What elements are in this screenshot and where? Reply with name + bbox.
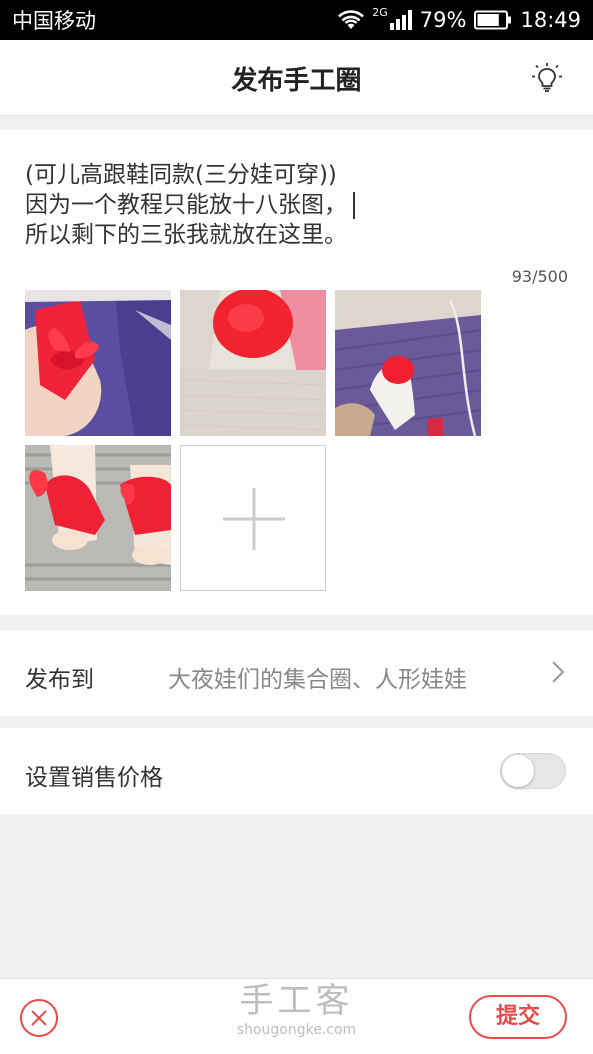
text-cursor bbox=[353, 192, 355, 219]
publish-to-label: 发布到 bbox=[25, 667, 94, 693]
post-text-line: (可儿高跟鞋同款(三分娃可穿)) bbox=[25, 162, 337, 188]
battery-percent: 79% bbox=[419, 8, 467, 32]
price-toggle[interactable] bbox=[500, 753, 566, 789]
publish-to-value: 大夜娃们的集合圈、人形娃娃 bbox=[168, 667, 467, 693]
add-photo-button[interactable] bbox=[180, 445, 326, 591]
post-text-input[interactable]: (可儿高跟鞋同款(三分娃可穿)) 因为一个教程只能放十八张图， 所以剩下的三张我… bbox=[25, 160, 565, 250]
publish-to-row[interactable]: 发布到 大夜娃们的集合圈、人形娃娃 bbox=[0, 630, 593, 716]
status-indicators: 2G 79% 18:49 bbox=[338, 5, 581, 32]
clock: 18:49 bbox=[520, 8, 581, 32]
price-label: 设置销售价格 bbox=[25, 765, 163, 791]
page-title: 发布手工圈 bbox=[231, 66, 362, 96]
photo-thumbnail[interactable] bbox=[335, 290, 481, 436]
network-type-label: 2G bbox=[372, 5, 388, 19]
signal-icon bbox=[389, 10, 412, 30]
price-row: 设置销售价格 bbox=[0, 728, 593, 814]
photo-thumbnail[interactable] bbox=[25, 445, 171, 591]
wifi-icon bbox=[338, 10, 365, 30]
battery-icon bbox=[474, 10, 512, 30]
photo-thumbnail[interactable] bbox=[180, 290, 326, 436]
photo-thumbnail[interactable] bbox=[25, 290, 171, 436]
submit-button[interactable]: 提交 bbox=[469, 995, 567, 1039]
status-bar: 中国移动 2G 79% 18:49 bbox=[0, 0, 593, 40]
post-text-line: 所以剩下的三张我就放在这里。 bbox=[25, 222, 347, 248]
bottom-bar: 手工客 shougongke.com 提交 bbox=[0, 978, 593, 1054]
toggle-knob bbox=[502, 755, 534, 787]
post-editor: (可儿高跟鞋同款(三分娃可穿)) 因为一个教程只能放十八张图， 所以剩下的三张我… bbox=[0, 130, 593, 615]
app-header: 发布手工圈 bbox=[0, 40, 593, 116]
lightbulb-icon[interactable] bbox=[531, 62, 563, 94]
plus-icon bbox=[223, 488, 285, 550]
post-text-line: 因为一个教程只能放十八张图， bbox=[25, 192, 347, 218]
char-counter: 93/500 bbox=[511, 267, 568, 286]
carrier-label: 中国移动 bbox=[12, 9, 96, 33]
chevron-right-icon bbox=[551, 660, 565, 688]
